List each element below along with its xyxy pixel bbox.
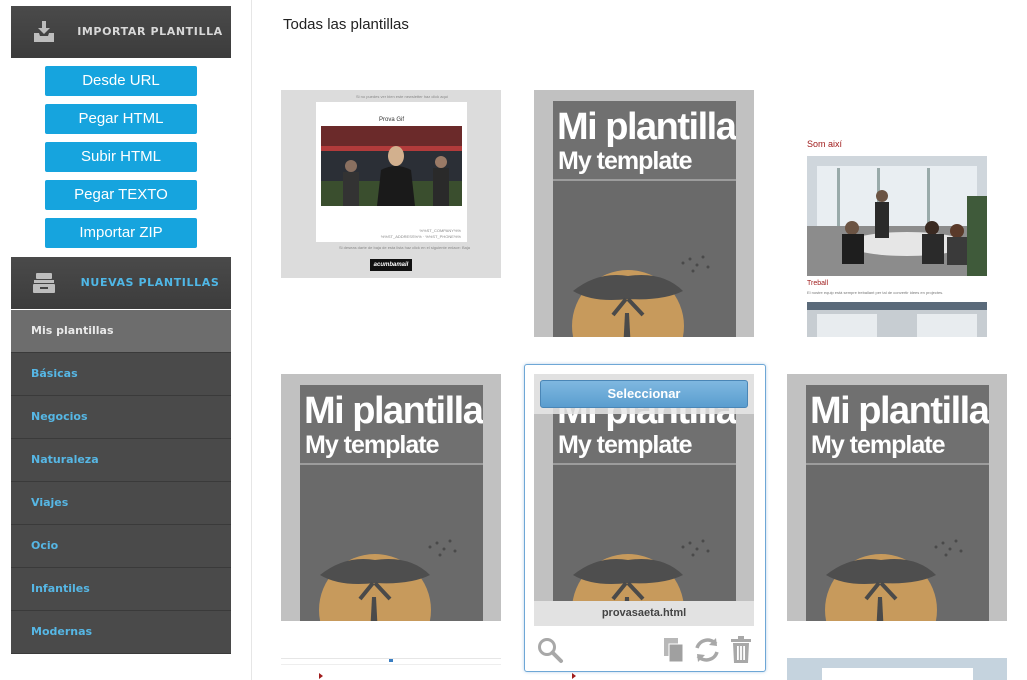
import-template-header: IMPORTAR PLANTILLA xyxy=(11,6,231,58)
template-thumbnail-partial[interactable] xyxy=(281,656,501,680)
new-templates-title: NUEVAS PLANTILLAS xyxy=(80,276,220,289)
template-thumbnail-partial[interactable] xyxy=(534,656,754,680)
template-heading: Mi plantilla xyxy=(557,106,736,148)
photo-small-text: El nostre equip està sempre treballant p… xyxy=(807,290,944,295)
photo-caption-2: Treball xyxy=(807,280,829,287)
template-canvas: Mi plantilla My template xyxy=(553,385,736,601)
template-thumbnail-gray[interactable]: Mi plantilla My template xyxy=(787,374,1007,621)
acumbamail-badge: acumbamail xyxy=(370,259,412,271)
template-subheading: My template xyxy=(305,431,439,459)
email-company: %%ST_COMPANY%% xyxy=(419,228,462,233)
template-canvas: Mi plantilla My template xyxy=(553,101,736,337)
template-thumbnail-gray[interactable]: Mi plantilla My template xyxy=(281,374,501,621)
template-header-band: Mi plantilla My template xyxy=(300,385,483,465)
office-photo xyxy=(807,156,987,276)
category-travel[interactable]: Viajes xyxy=(11,482,231,525)
upload-html-button[interactable]: Subir HTML xyxy=(45,142,197,172)
template-subheading: My template xyxy=(811,431,945,459)
import-from-url-button[interactable]: Desde URL xyxy=(45,66,197,96)
template-heading: Mi plantilla xyxy=(304,390,483,432)
page-title: Todas las plantillas xyxy=(283,16,409,33)
template-header-band: Mi plantilla My template xyxy=(806,385,989,465)
category-modern[interactable]: Modernas xyxy=(11,611,231,654)
sunset-tree-illustration xyxy=(319,539,457,621)
sidebar: IMPORTAR PLANTILLA Desde URL Pegar HTML … xyxy=(0,0,252,680)
paste-text-button[interactable]: Pegar TEXTO xyxy=(45,180,197,210)
template-thumbnail-partial[interactable] xyxy=(787,658,1007,680)
template-header-band: Mi plantilla My template xyxy=(553,101,736,181)
import-zip-button[interactable]: Importar ZIP xyxy=(45,218,197,248)
template-thumbnail-email[interactable]: Si no puedes ver bien este newsletter ha… xyxy=(281,90,501,278)
paste-html-button[interactable]: Pegar HTML xyxy=(45,104,197,134)
template-subheading: My template xyxy=(558,147,692,175)
template-heading: Mi plantilla xyxy=(810,390,989,432)
category-list: Mis plantillas Básicas Negocios Naturale… xyxy=(11,310,231,654)
template-thumbnail-gray[interactable]: Mi plantilla My template xyxy=(534,90,754,337)
import-template-title: IMPORTAR PLANTILLA xyxy=(77,25,223,38)
category-kids[interactable]: Infantiles xyxy=(11,568,231,611)
template-thumbnail-photo[interactable]: Som així Treball El nostre equip està se… xyxy=(800,130,996,340)
template-filename: provasaeta.html xyxy=(534,601,754,626)
category-leisure[interactable]: Ocio xyxy=(11,525,231,568)
template-canvas: Mi plantilla My template xyxy=(806,385,989,621)
email-heading: Prova Gif xyxy=(378,117,404,123)
category-basic[interactable]: Básicas xyxy=(11,353,231,396)
sunset-tree-illustration xyxy=(825,539,963,621)
marker xyxy=(389,659,393,662)
email-header-note: Si no puedes ver bien este newsletter ha… xyxy=(356,94,449,99)
select-template-button[interactable]: Seleccionar xyxy=(540,380,748,408)
inbox-download-icon xyxy=(34,21,54,42)
email-address: %%ST_ADDRESS%% · %%ST_PHONE%% xyxy=(380,234,461,239)
template-canvas: Mi plantilla My template xyxy=(300,385,483,621)
sunset-tree-illustration xyxy=(572,255,710,337)
email-footer-note: Si deseas darte de baja de esta lista ha… xyxy=(339,245,470,250)
category-nature[interactable]: Naturaleza xyxy=(11,439,231,482)
template-subheading: My template xyxy=(558,431,692,459)
photo-caption-1: Som així xyxy=(807,139,843,149)
play-marker-icon xyxy=(319,673,323,679)
email-paper xyxy=(822,668,973,680)
email-paper: Prova Gif %%ST_COMPANY%% %%ST_ADDRESS%% … xyxy=(316,102,467,242)
category-my-templates[interactable]: Mis plantillas xyxy=(11,310,231,353)
play-marker-icon xyxy=(572,673,576,679)
drawer-icon xyxy=(33,273,55,293)
divider xyxy=(281,664,501,665)
category-business[interactable]: Negocios xyxy=(11,396,231,439)
office-photo-2 xyxy=(807,302,987,337)
new-templates-header: NUEVAS PLANTILLAS xyxy=(11,257,231,309)
email-photo xyxy=(321,126,462,206)
sunset-tree-illustration xyxy=(572,539,710,601)
app-root: IMPORTAR PLANTILLA Desde URL Pegar HTML … xyxy=(0,0,1027,680)
